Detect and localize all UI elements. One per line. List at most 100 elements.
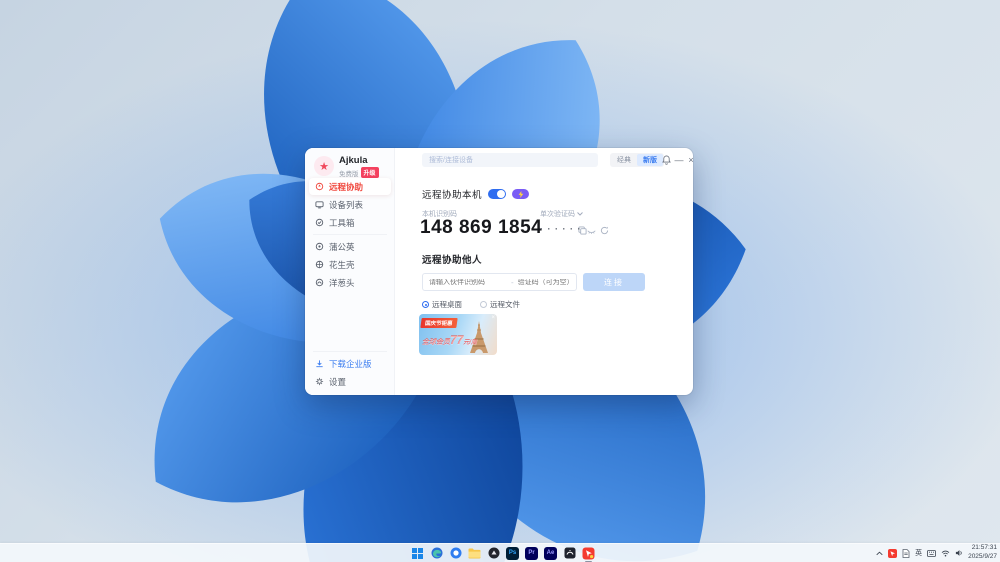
radio-remote-file-label: 远程文件 <box>490 300 520 309</box>
sidebar-item-onion[interactable]: 洋葱头 <box>309 274 391 291</box>
taskbar-app-file-explorer[interactable] <box>467 546 482 561</box>
notification-bell-button[interactable] <box>659 153 673 167</box>
sidebar-bottom: 下载企业版 设置 <box>305 348 395 391</box>
sidebar-item-hsk[interactable]: 花生壳 <box>309 256 391 273</box>
settings-label: 设置 <box>329 376 347 387</box>
sidebar-item-pgy[interactable]: 蒲公英 <box>309 238 391 255</box>
speaker-icon <box>955 550 962 556</box>
refresh-icon <box>600 226 609 235</box>
sidebar-item-toolbox[interactable]: 工具箱 <box>309 214 391 231</box>
assist-local-row: 远程协助本机 <box>422 187 530 201</box>
sidebar-item-device-list[interactable]: 设备列表 <box>309 196 391 213</box>
gear-icon <box>315 377 324 386</box>
sidebar-item-label: 远程协助 <box>329 181 364 192</box>
assist-others-title: 远程协助他人 <box>422 255 483 266</box>
remote-assist-icon <box>315 182 324 191</box>
aftereffects-icon: Ae <box>544 546 557 560</box>
chevron-up-icon <box>876 551 883 555</box>
sidebar: ★ Ajkula 免费版 升级 远程协助 设备列表 工具箱 蒲公英 花生壳 洋葱… <box>305 148 395 395</box>
otp-label: 单次验证码 <box>540 211 575 218</box>
banner-close-button[interactable]: × <box>491 315 495 321</box>
mode-classic-option[interactable]: 经典 <box>611 154 637 166</box>
download-icon <box>315 359 324 368</box>
download-enterprise-link[interactable]: 下载企业版 <box>309 355 391 372</box>
eye-off-icon <box>587 230 596 234</box>
sidebar-nav: 远程协助 设备列表 工具箱 蒲公英 花生壳 洋葱头 <box>305 177 395 292</box>
radio-remote-desktop[interactable]: 远程桌面 <box>422 299 462 310</box>
sidebar-item-label: 设备列表 <box>329 199 364 210</box>
main-content: 远程协助本机 本机识别码 单次验证码 148 869 1854 · · · · … <box>395 172 693 395</box>
desktop: ★ Ajkula 免费版 升级 远程协助 设备列表 工具箱 蒲公英 花生壳 洋葱… <box>0 0 1000 562</box>
taskbar-center: Ps Pr Ae <box>410 544 596 562</box>
radio-dot <box>480 301 487 308</box>
taskbar-app-aftereffects[interactable]: Ae <box>543 546 558 561</box>
taskbar-app-browser[interactable] <box>448 546 463 561</box>
user-avatar[interactable]: ★ <box>314 156 334 176</box>
show-otp-button[interactable] <box>587 227 596 236</box>
bell-icon <box>661 155 671 165</box>
blue-circle-app-icon <box>450 547 461 559</box>
download-enterprise-label: 下载企业版 <box>329 358 372 369</box>
taskbar-app-premiere[interactable]: Pr <box>524 546 539 561</box>
connect-mode-radios: 远程桌面 远程文件 <box>422 299 520 310</box>
start-button[interactable] <box>410 546 425 561</box>
otp-masked-value: · · · · · · <box>540 224 582 234</box>
radio-remote-file[interactable]: 远程文件 <box>480 299 520 310</box>
remote-assist-app-icon <box>582 547 595 559</box>
folder-icon <box>468 548 481 558</box>
onion-icon <box>315 278 324 287</box>
banner-offer-text: 全球会员77元/周 <box>422 331 477 349</box>
connect-button[interactable]: 连接 <box>583 273 645 291</box>
taskbar: Ps Pr Ae 英 21:57:31 2025/9/27 <box>0 543 1000 562</box>
promo-banner[interactable]: 国庆节钜惠 全球会员77元/周 × <box>419 314 497 355</box>
wifi-icon <box>941 550 950 556</box>
banner-offer-price: 77 <box>450 333 464 347</box>
sidebar-item-label: 洋葱头 <box>329 277 355 288</box>
sidebar-divider <box>313 234 387 235</box>
remote-assist-app-window: ★ Ajkula 免费版 升级 远程协助 设备列表 工具箱 蒲公英 花生壳 洋葱… <box>305 148 693 395</box>
vip-promo-pill[interactable] <box>512 189 530 199</box>
tray-colored-logo-icon <box>888 548 898 558</box>
verify-code-input[interactable] <box>517 278 573 286</box>
assist-local-title: 远程协助本机 <box>422 190 483 201</box>
taskbar-app-photoshop[interactable]: Ps <box>505 546 520 561</box>
sidebar-item-label: 工具箱 <box>329 217 355 228</box>
taskbar-clock[interactable]: 21:57:31 2025/9/27 <box>968 544 997 562</box>
tray-remote-app-icon[interactable] <box>888 548 898 558</box>
assist-local-toggle[interactable] <box>488 189 507 199</box>
device-list-icon <box>315 200 324 209</box>
tray-language-indicator[interactable]: 英 <box>915 548 922 558</box>
toolbox-icon <box>315 218 324 227</box>
sidebar-item-remote-assist[interactable]: 远程协助 <box>309 178 391 195</box>
tray-document-icon[interactable] <box>902 548 910 558</box>
dark-circle-app-icon <box>488 547 499 559</box>
banner-ribbon: 国庆节钜惠 <box>420 318 458 328</box>
taskbar-app-edge[interactable] <box>429 546 444 561</box>
taskbar-app-remote-assist[interactable] <box>581 546 596 562</box>
code-dash-separator: - <box>511 277 514 287</box>
tray-wifi[interactable] <box>941 550 950 557</box>
window-topbar: 经典 新版 — × <box>395 148 693 172</box>
search-input[interactable] <box>422 153 598 167</box>
system-tray: 英 21:57:31 2025/9/27 <box>876 544 997 562</box>
device-code-value: 148 869 1854 <box>420 217 543 238</box>
otp-label-row[interactable]: 单次验证码 <box>540 209 583 219</box>
edge-icon <box>431 547 442 559</box>
clock-date: 2025/9/27 <box>968 553 997 560</box>
ui-mode-segmented-control: 经典 新版 <box>610 153 664 167</box>
photoshop-icon: Ps <box>506 546 519 560</box>
refresh-otp-button[interactable] <box>600 226 609 235</box>
settings-item[interactable]: 设置 <box>309 373 391 390</box>
tray-chevron-up[interactable] <box>876 551 883 556</box>
keyboard-icon <box>927 549 936 557</box>
radio-remote-desktop-label: 远程桌面 <box>432 300 462 309</box>
close-button[interactable]: × <box>684 153 693 167</box>
chevron-down-icon <box>577 212 583 216</box>
banner-offer-prefix: 全球会员 <box>422 339 450 346</box>
taskbar-app-dark-square[interactable] <box>562 546 577 561</box>
tray-touch-keyboard[interactable] <box>927 549 936 557</box>
taskbar-app-dark-circle[interactable] <box>486 546 501 561</box>
tray-volume[interactable] <box>955 549 963 557</box>
lightning-icon <box>518 190 523 198</box>
partner-code-input[interactable] <box>429 278 507 286</box>
